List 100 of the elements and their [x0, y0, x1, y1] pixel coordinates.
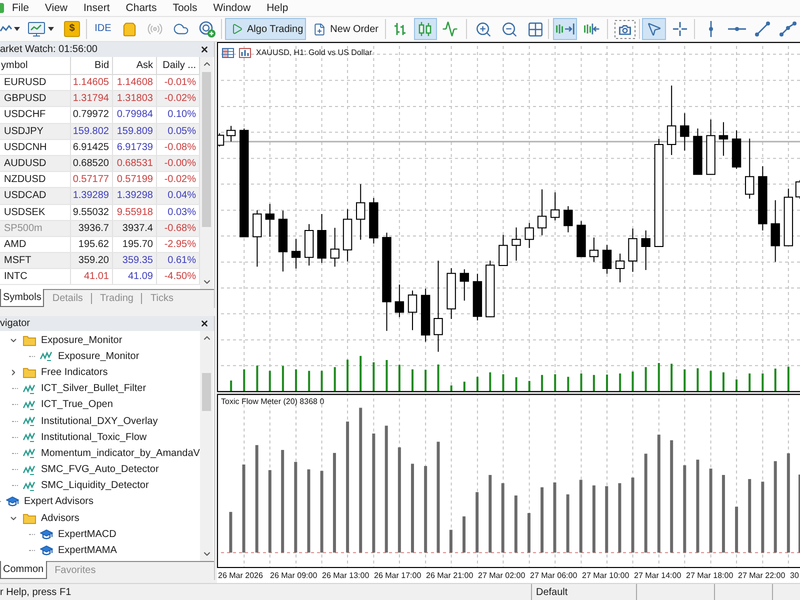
dollar-button[interactable]: $	[64, 21, 80, 37]
column-header[interactable]: Ask	[136, 58, 153, 73]
time-axis-label: 27 Mar 10:00	[582, 570, 630, 582]
tree-item[interactable]: Free Indicators	[41, 364, 108, 380]
symbol-name[interactable]: USDCNH	[1, 140, 47, 155]
cursor-icon[interactable]	[646, 21, 662, 37]
tree-item[interactable]: Exposure_Monitor	[58, 348, 140, 364]
menu-item[interactable]: View	[36, 0, 76, 16]
tab[interactable]: Common	[0, 561, 47, 579]
bearish-candle	[732, 130, 742, 170]
tree-item[interactable]: ICT_Silver_Bullet_Filter	[41, 381, 146, 396]
tree-item[interactable]: Exposure_Monitor	[41, 332, 122, 348]
volume-bar	[437, 364, 440, 391]
tree-item[interactable]: Institutional_Toxic_Flow	[41, 430, 147, 445]
shopping-bag-icon[interactable]	[122, 22, 137, 36]
tree-item[interactable]: Momentum_indicator_by_AmandaV	[41, 446, 200, 461]
table-cell-text: 0.04%	[168, 189, 196, 204]
symbol-name[interactable]: USDSEK	[1, 204, 46, 220]
volume-bar	[644, 367, 647, 391]
bearish-candle	[460, 268, 469, 302]
candlestick-icon[interactable]	[418, 21, 432, 37]
time-axis-label: 26 Mar 13:00	[322, 570, 370, 582]
zoom-in-icon[interactable]	[474, 20, 492, 38]
tree-item[interactable]: ICT_True_Open	[41, 397, 113, 412]
close-icon[interactable]	[200, 45, 209, 54]
volume-bar	[282, 366, 284, 391]
table-cell-text: -0.00%	[164, 157, 196, 172]
algo-trading-button[interactable]: Algo Trading	[225, 18, 306, 40]
bullish-candle	[252, 210, 262, 268]
close-icon[interactable]	[200, 319, 209, 328]
tree-item[interactable]: SMC_FVG_Auto_Detector	[41, 462, 159, 478]
symbol-name[interactable]: USDCHF	[1, 107, 46, 122]
symbol-name[interactable]: AUDUSD	[1, 156, 46, 172]
scrollbar-thumb[interactable]	[202, 373, 211, 411]
bullish-candle	[784, 188, 794, 246]
bar-chart-icon[interactable]	[392, 21, 407, 37]
symbol-name[interactable]: GBPUSD	[1, 91, 46, 106]
volume-bar	[632, 372, 634, 391]
line-chart-icon[interactable]	[0, 24, 12, 34]
pointer-tool-button[interactable]	[642, 18, 666, 40]
volume-bar	[268, 370, 271, 391]
bearish-candle	[680, 112, 690, 152]
symbol-name[interactable]: EURUSD	[1, 75, 46, 90]
scrollbar-thumb[interactable]	[202, 72, 211, 227]
menu-item[interactable]: Insert	[76, 0, 118, 16]
table-icon[interactable]	[222, 48, 234, 58]
table-cell-text: 1.14605	[72, 76, 109, 90]
graduation-cap-icon	[40, 545, 52, 556]
menu-item[interactable]: Help	[258, 0, 296, 16]
caret-icon[interactable]	[48, 27, 54, 31]
vertical-line-icon[interactable]	[706, 21, 715, 37]
bars-arrow-right-icon[interactable]	[554, 22, 575, 36]
symbol-name[interactable]: USDJPY	[1, 124, 44, 139]
scrollbar[interactable]	[200, 57, 213, 289]
bar-chart-icon[interactable]	[239, 48, 251, 58]
tree-item[interactable]: Institutional_DXY_Overlay	[41, 414, 158, 429]
time-axis-label: 27 Mar 02:00	[478, 570, 526, 582]
chart-type-button[interactable]	[414, 18, 437, 40]
grid-icon[interactable]	[526, 20, 544, 38]
caret-icon[interactable]	[14, 27, 20, 31]
column-header[interactable]: Daily ...	[162, 58, 196, 73]
tree-item[interactable]: ExpertMACD	[58, 526, 116, 542]
menu-item[interactable]: File	[4, 0, 37, 16]
volume-bar	[541, 374, 544, 391]
tree-item[interactable]: ExpertMAMA	[58, 543, 117, 558]
symbol-name[interactable]: INTC	[1, 269, 28, 284]
tab[interactable]: Symbols	[0, 289, 44, 307]
bars-arrow-left-icon[interactable]	[582, 22, 601, 36]
scrollbar[interactable]	[200, 331, 213, 561]
bearish-candle	[394, 284, 404, 318]
zoom-out-icon[interactable]	[500, 20, 518, 38]
monitor-chart-icon[interactable]	[28, 22, 45, 36]
column-header[interactable]: ymbol	[1, 58, 28, 73]
target-plus-icon[interactable]	[199, 20, 216, 38]
time-axis-label: 27 Mar 22:00	[738, 570, 786, 582]
table-cell-text: 0.05%	[168, 124, 196, 139]
panel-title: arket Watch: 01:56:00	[0, 43, 98, 57]
column-header[interactable]: Bid	[94, 58, 109, 73]
tree-item[interactable]: Advisors	[41, 510, 80, 526]
ide-button[interactable]: IDE	[94, 19, 112, 39]
tree-item[interactable]: Expert Advisors	[24, 494, 94, 510]
new-order-button[interactable]: New Order	[311, 18, 381, 40]
symbol-name[interactable]: AMD	[1, 236, 26, 252]
horizontal-line-icon[interactable]	[728, 25, 746, 33]
symbol-name[interactable]: MSFT	[1, 253, 32, 268]
bullish-candle	[524, 222, 534, 248]
menu-item[interactable]: Window	[205, 0, 259, 16]
symbol-name[interactable]: USDCAD	[1, 188, 46, 204]
polyline-icon[interactable]	[778, 21, 797, 37]
symbol-name[interactable]: NZDUSD	[1, 172, 46, 188]
menu-item[interactable]: Charts	[118, 0, 165, 16]
diagonal-line-icon[interactable]	[754, 21, 771, 37]
cloud-icon[interactable]	[173, 21, 189, 37]
tree-item[interactable]: SMC_Liquidity_Detector	[41, 478, 149, 494]
menu-item[interactable]: Tools	[164, 0, 206, 16]
camera-icon[interactable]	[614, 20, 636, 38]
table-cell-text: 6.91425	[72, 140, 109, 155]
table-cell-text: 9.55032	[72, 206, 109, 220]
crosshair-icon[interactable]	[672, 22, 687, 36]
scroll-mode-button[interactable]	[552, 18, 577, 40]
